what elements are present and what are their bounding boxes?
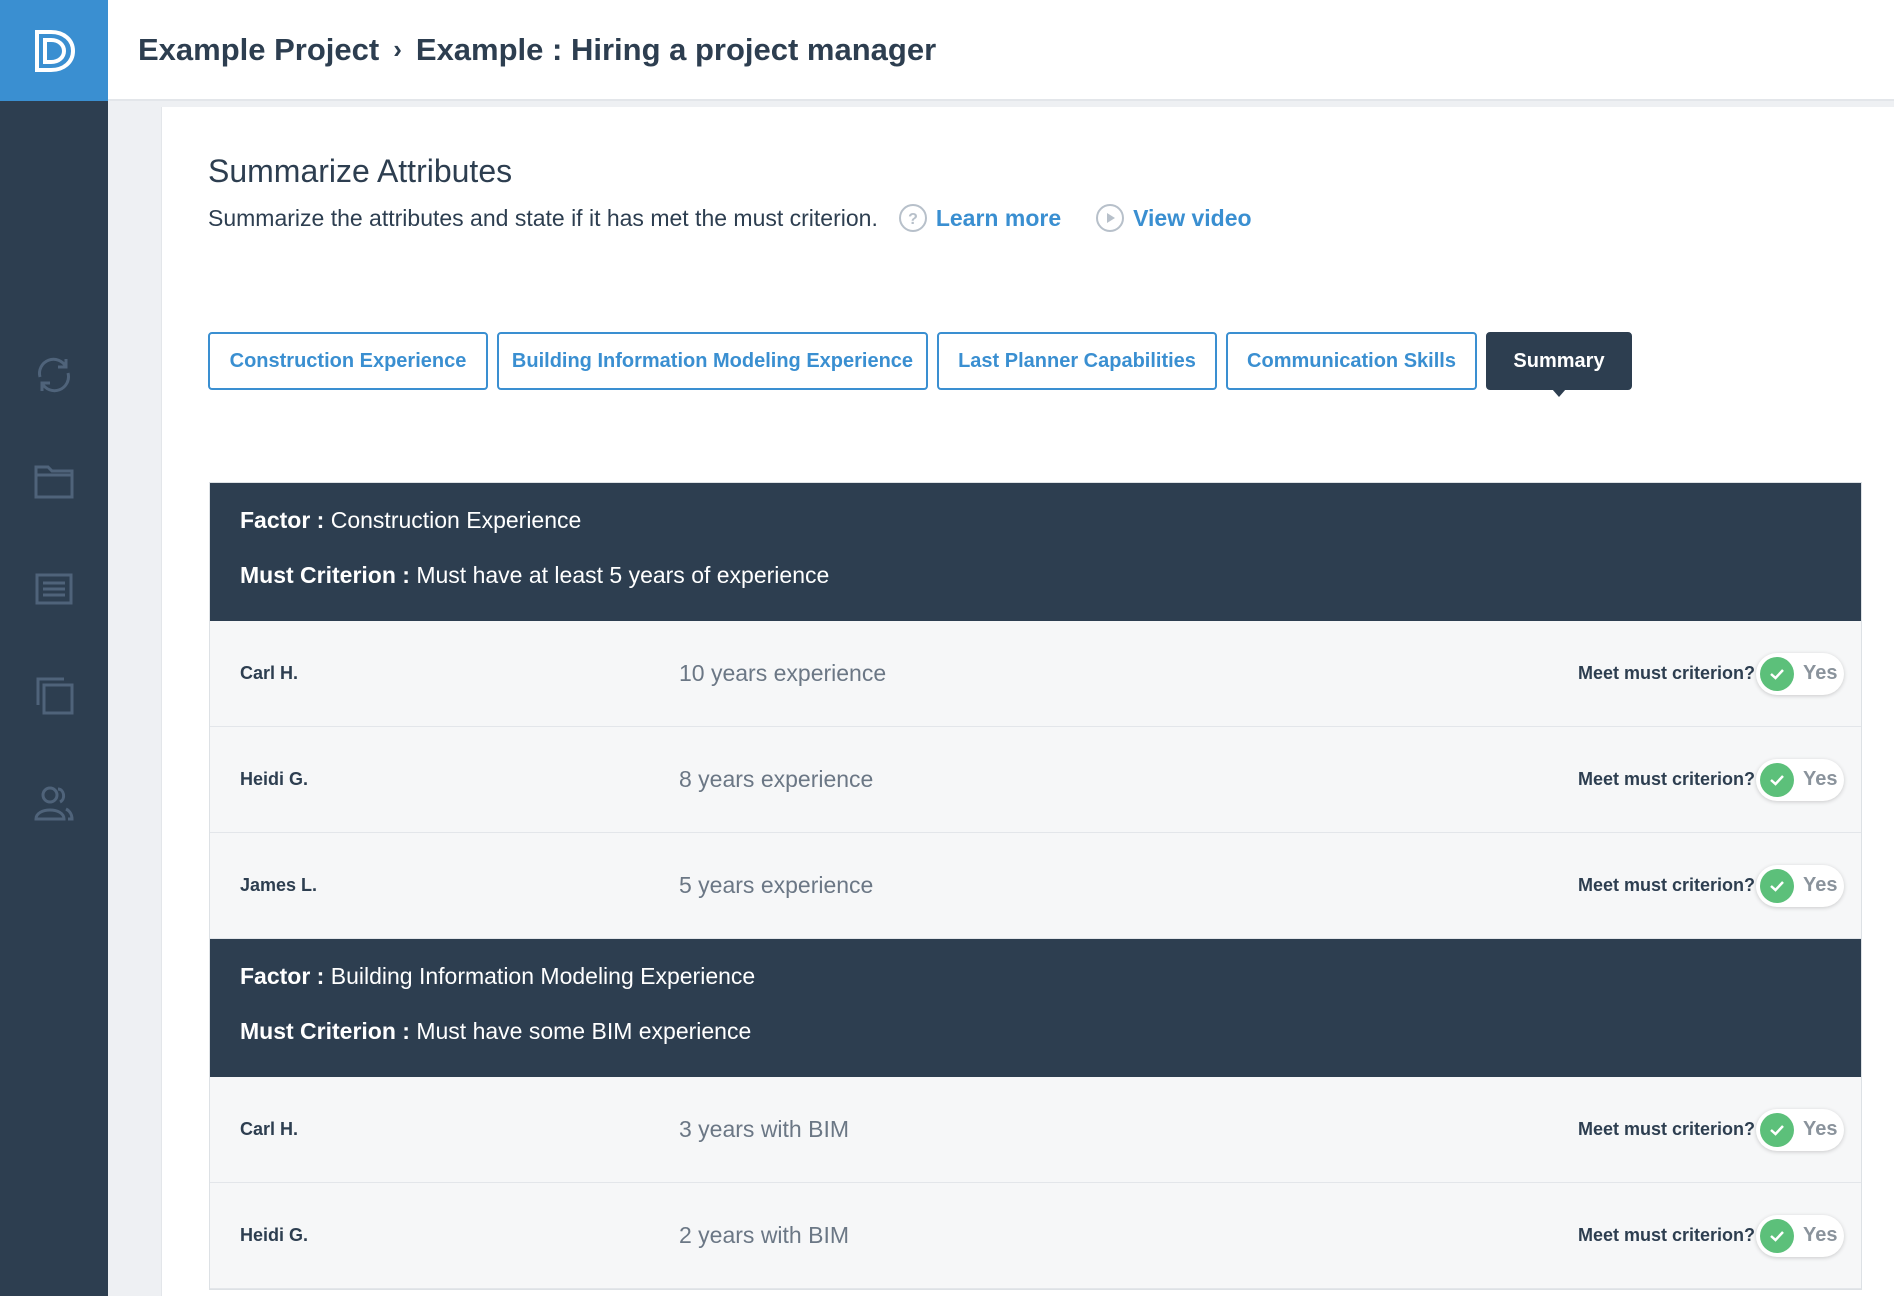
toggle-label: Yes [1803, 768, 1838, 790]
table-row: Carl H. 3 years with BIM Meet must crite… [210, 1077, 1861, 1183]
candidate-name: James L. [240, 875, 318, 895]
check-icon [1760, 868, 1794, 903]
toggle-label: Yes [1803, 874, 1838, 896]
layers-icon[interactable] [30, 671, 78, 719]
candidate-name: Carl H. [240, 1119, 299, 1139]
table-row: Heidi G. 8 years experience Meet must cr… [210, 727, 1861, 833]
check-icon [1760, 1112, 1794, 1147]
view-video-label: View video [1133, 204, 1252, 231]
learn-more-link[interactable]: ? Learn more [898, 203, 1061, 233]
meet-criterion-label: Meet must criterion? [1578, 769, 1756, 789]
candidate-name: Carl H. [240, 663, 299, 683]
svg-text:?: ? [908, 211, 918, 228]
tab-summary[interactable]: Summary [1486, 332, 1632, 397]
criterion-label: Must Criterion : [240, 1018, 410, 1044]
table-row: Heidi G. 2 years with BIM Meet must crit… [210, 1183, 1861, 1289]
table-row: James L. 5 years experience Meet must cr… [210, 833, 1861, 939]
summary-table: Factor : Construction Experience Must Cr… [209, 482, 1862, 1290]
table-row: Carl H. 10 years experience Meet must cr… [210, 621, 1861, 727]
toggle-label: Yes [1803, 1118, 1838, 1140]
attribute-summary[interactable]: 8 years experience [679, 766, 873, 793]
factor-name: Construction Experience [330, 507, 582, 533]
meet-criterion-label: Meet must criterion? [1578, 663, 1756, 683]
factor-label: Factor : [240, 507, 325, 533]
factor-name: Building Information Modeling Experience [330, 963, 756, 989]
candidate-name: Heidi G. [240, 1225, 309, 1245]
tab-construction-experience[interactable]: Construction Experience [208, 332, 488, 390]
meet-criterion-label: Meet must criterion? [1578, 1119, 1756, 1139]
factor-label: Factor : [240, 963, 325, 989]
meet-criterion-label: Meet must criterion? [1578, 875, 1756, 895]
help-circle-icon: ? [898, 204, 927, 232]
toggle-label: Yes [1803, 662, 1838, 684]
attribute-summary[interactable]: 10 years experience [679, 660, 886, 687]
toggle-label: Yes [1803, 1224, 1838, 1246]
check-icon [1760, 656, 1794, 691]
criterion-line: Must Criterion : Must have some BIM expe… [240, 1018, 1831, 1045]
logo-icon [35, 29, 76, 72]
meet-criterion-toggle[interactable]: Yes [1756, 652, 1844, 695]
top-bar: Example Project › Example : Hiring a pro… [108, 0, 1894, 101]
attribute-summary[interactable]: 3 years with BIM [679, 1116, 849, 1143]
criterion-label: Must Criterion : [240, 562, 410, 588]
users-icon[interactable] [30, 779, 78, 827]
sync-icon[interactable] [30, 351, 78, 399]
breadcrumb-current: Example : Hiring a project manager [415, 31, 937, 67]
criterion-text: Must have at least 5 years of experience [416, 562, 830, 588]
breadcrumb-separator: › [393, 34, 402, 64]
view-video-link[interactable]: View video [1095, 203, 1252, 233]
learn-more-label: Learn more [935, 204, 1062, 231]
app-logo[interactable] [0, 0, 108, 101]
play-circle-icon [1096, 204, 1125, 232]
check-icon [1760, 762, 1794, 797]
page-description: Summarize the attributes and state if it… [208, 204, 878, 231]
folder-icon[interactable] [30, 457, 78, 505]
attribute-summary[interactable]: 2 years with BIM [679, 1222, 849, 1249]
factor-header: Factor : Construction Experience Must Cr… [210, 483, 1861, 621]
factor-title: Factor : Building Information Modeling E… [240, 963, 1831, 990]
factor-header: Factor : Building Information Modeling E… [210, 939, 1861, 1077]
factor-title: Factor : Construction Experience [240, 507, 1831, 534]
main-content: Summarize Attributes Summarize the attri… [161, 107, 1894, 1296]
criterion-text: Must have some BIM experience [416, 1018, 752, 1044]
attribute-summary[interactable]: 5 years experience [679, 872, 873, 899]
tab-communication-skills[interactable]: Communication Skills [1226, 332, 1477, 390]
tab-bim-experience[interactable]: Building Information Modeling Experience [497, 332, 928, 390]
tab-last-planner[interactable]: Last Planner Capabilities [937, 332, 1217, 390]
meet-criterion-toggle[interactable]: Yes [1756, 864, 1844, 907]
meet-criterion-label: Meet must criterion? [1578, 1225, 1756, 1245]
candidate-name: Heidi G. [240, 769, 309, 789]
meet-criterion-toggle[interactable]: Yes [1756, 1214, 1844, 1257]
list-icon[interactable] [30, 565, 78, 613]
page-title: Summarize Attributes [208, 153, 513, 189]
subtitle-row: Summarize the attributes and state if it… [208, 203, 1252, 233]
meet-criterion-toggle[interactable]: Yes [1756, 1108, 1844, 1151]
meet-criterion-toggle[interactable]: Yes [1756, 758, 1844, 801]
check-icon [1760, 1218, 1794, 1253]
factor-tabs: Construction Experience Building Informa… [208, 332, 1641, 397]
breadcrumb-project[interactable]: Example Project [138, 32, 379, 68]
sidebar [0, 0, 108, 1296]
criterion-line: Must Criterion : Must have at least 5 ye… [240, 562, 1831, 589]
